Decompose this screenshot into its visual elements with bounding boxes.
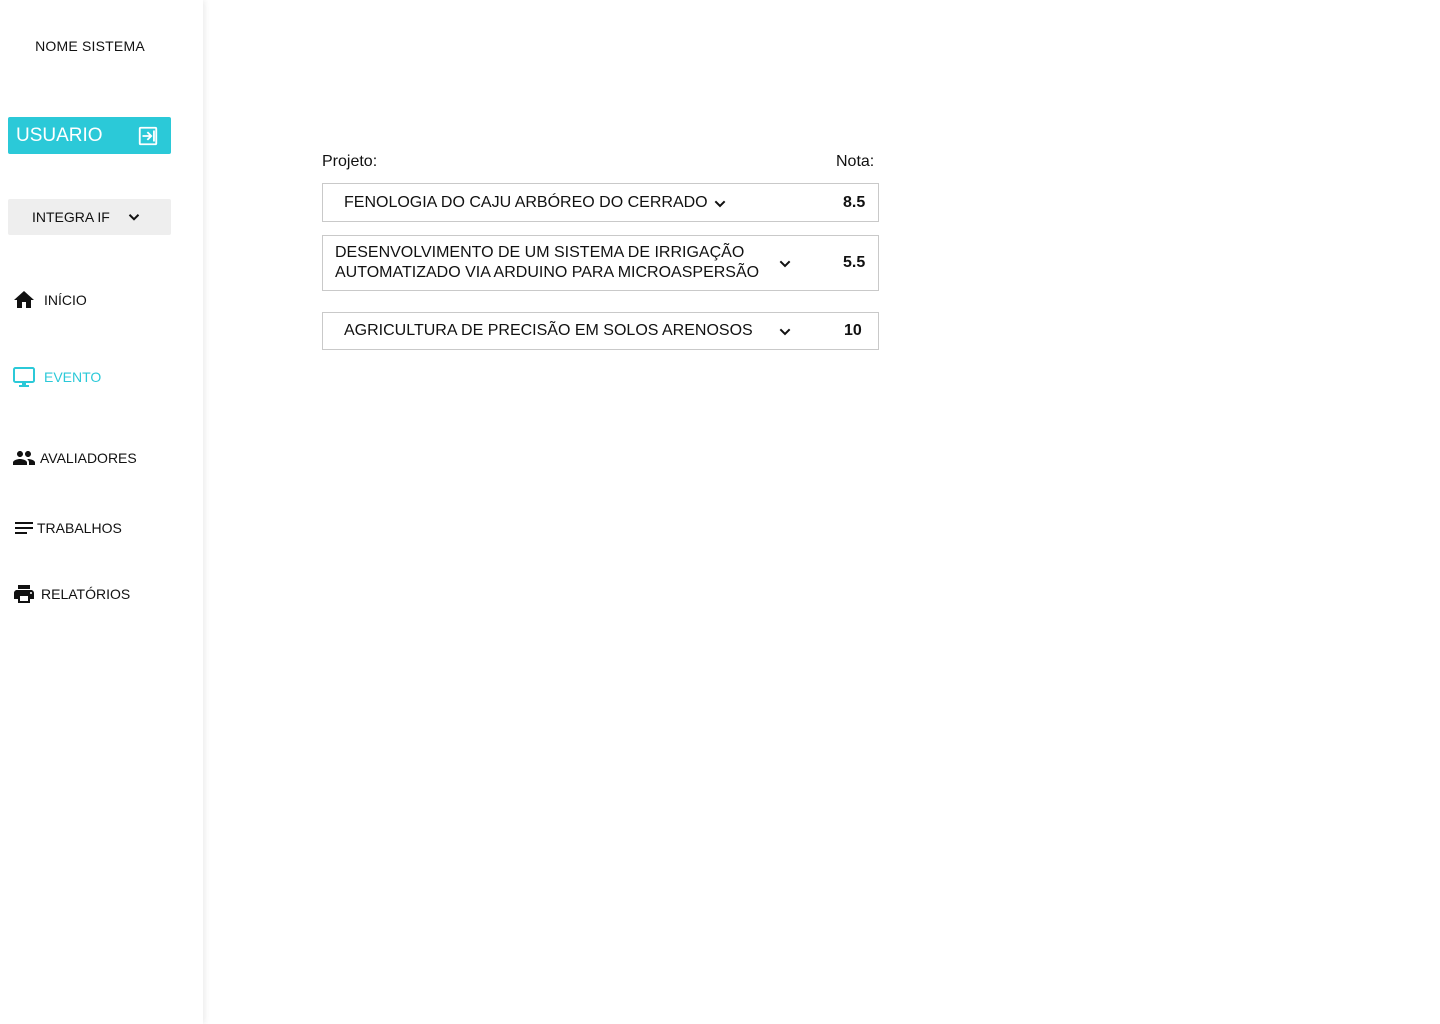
event-selector[interactable]: INTEGRA IF	[8, 199, 171, 235]
project-score: 8.5	[843, 194, 866, 211]
list-icon	[15, 522, 33, 534]
project-row[interactable]: AGRICULTURA DE PRECISÃO EM SOLOS ARENOSO…	[322, 312, 879, 350]
system-name: NOME SISTEMA	[35, 38, 145, 54]
project-score: 5.5	[843, 254, 866, 271]
sidebar: NOME SISTEMA USUARIO INTEGRA IF INÍCIO E…	[0, 0, 203, 1024]
nav-item-label: AVALIADORES	[40, 450, 137, 466]
nav-item-label: INÍCIO	[44, 292, 87, 308]
people-icon	[13, 451, 35, 465]
printer-icon	[14, 585, 34, 603]
nav-item-evento[interactable]: EVENTO	[12, 364, 101, 390]
project-row[interactable]: FENOLOGIA DO CAJU ARBÓREO DO CERRADO 8.5	[322, 183, 879, 222]
header-nota: Nota:	[836, 153, 875, 170]
chevron-down-icon[interactable]	[777, 324, 793, 340]
chevron-down-icon[interactable]	[712, 196, 728, 212]
nav-item-label: RELATÓRIOS	[41, 586, 131, 602]
home-icon	[14, 291, 34, 308]
project-title: AGRICULTURA DE PRECISÃO EM SOLOS ARENOSO…	[344, 322, 753, 339]
chevron-down-icon[interactable]	[777, 256, 793, 272]
nav-item-label: TRABALHOS	[37, 520, 122, 536]
event-selector-value: INTEGRA IF	[32, 209, 110, 225]
nav-item-label: EVENTO	[44, 369, 102, 385]
project-row[interactable]: DESENVOLVIMENTO DE UM SISTEMA DE IRRIGAÇ…	[322, 235, 879, 291]
logout-icon[interactable]	[137, 125, 159, 147]
nav-item-trabalhos[interactable]: TRABALHOS	[12, 515, 122, 541]
header-projeto: Projeto:	[322, 153, 378, 170]
user-button[interactable]: USUARIO	[8, 117, 171, 154]
nav-item-avaliadores[interactable]: AVALIADORES	[12, 445, 137, 471]
project-title: DESENVOLVIMENTO DE UM SISTEMA DE IRRIGAÇ…	[335, 244, 760, 281]
nav-item-inicio[interactable]: INÍCIO	[12, 287, 87, 313]
project-score: 10	[844, 322, 862, 339]
nav-item-relatorios[interactable]: RELATÓRIOS	[12, 581, 130, 607]
project-title: FENOLOGIA DO CAJU ARBÓREO DO CERRADO	[344, 194, 708, 211]
desktop-icon	[13, 367, 35, 387]
chevron-down-icon	[128, 214, 140, 221]
user-button-label: USUARIO	[16, 124, 103, 146]
